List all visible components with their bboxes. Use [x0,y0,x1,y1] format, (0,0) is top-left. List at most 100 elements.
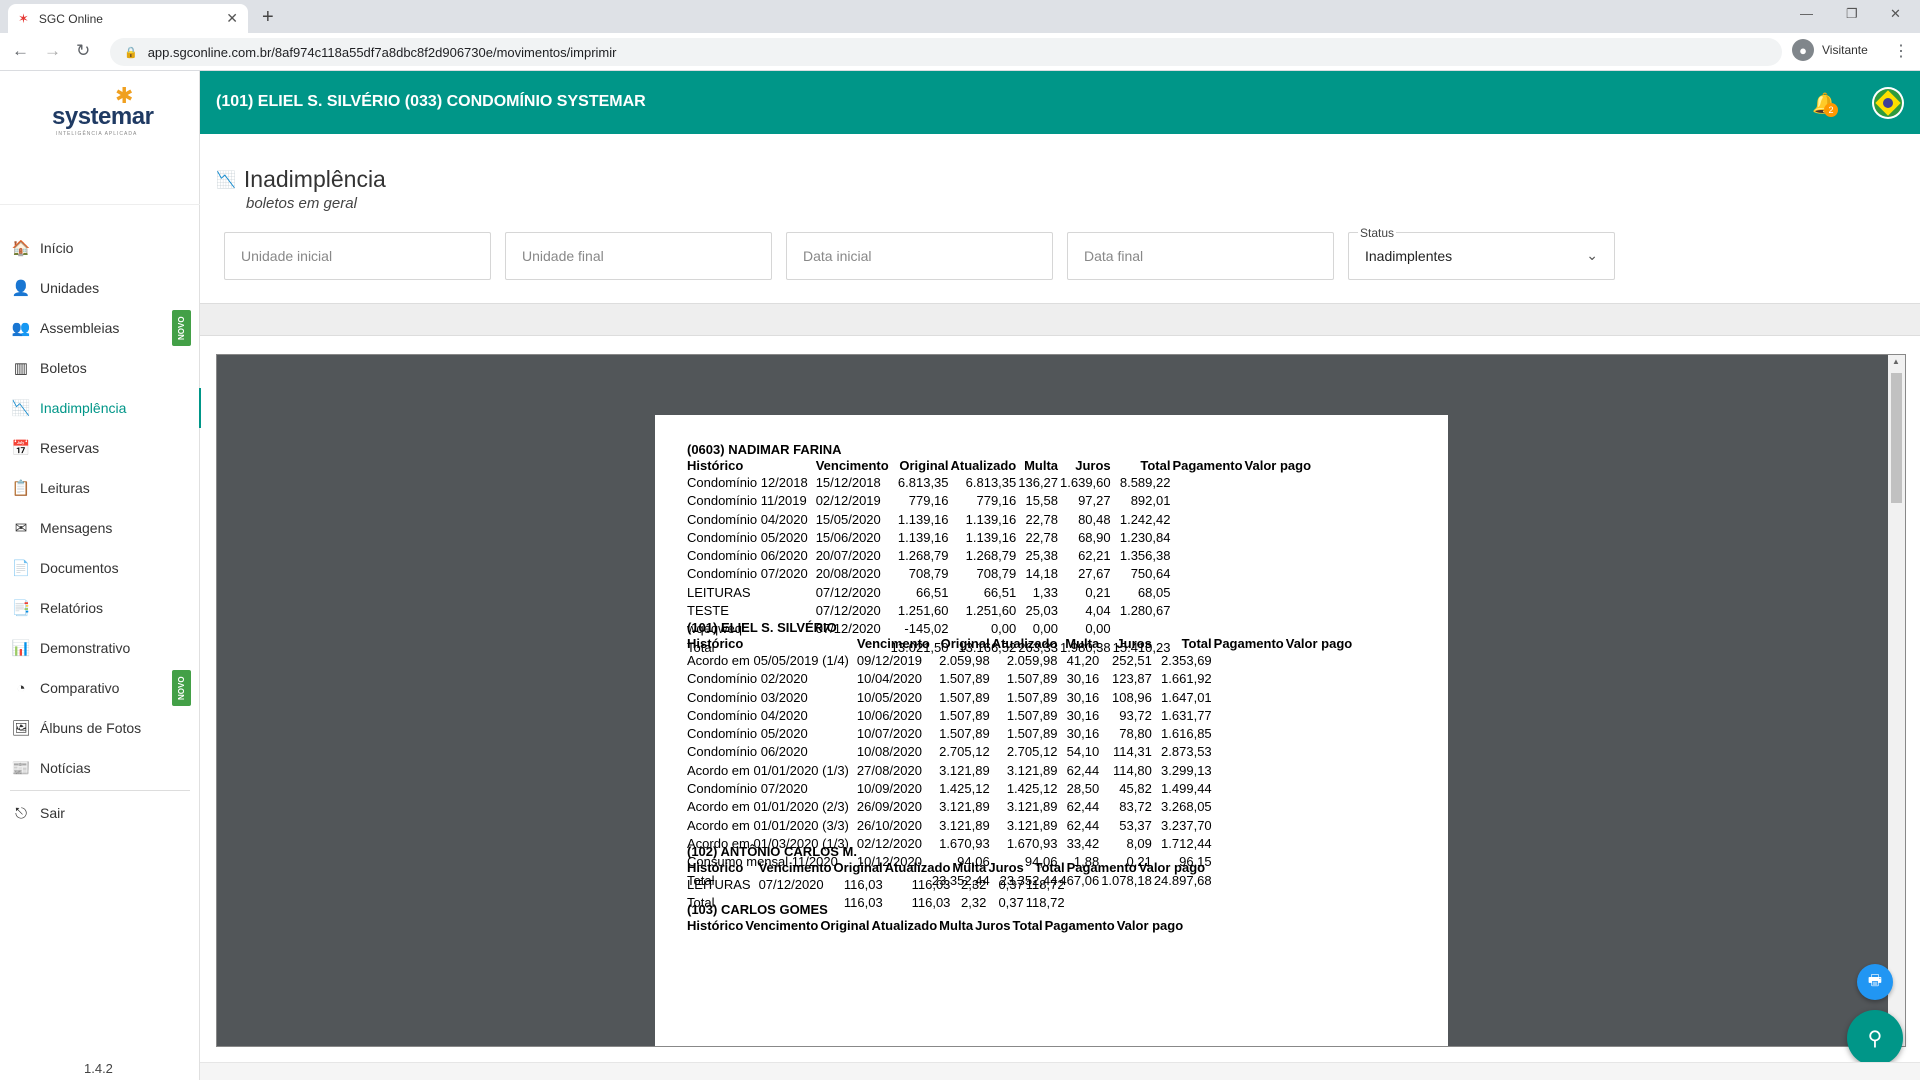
envelope-icon: ✉ [14,520,28,537]
scrollbar-thumb[interactable] [1891,373,1902,503]
sidebar-item-unidades[interactable]: 👤 Unidades [0,268,200,308]
table-cell: 26/10/2020 [856,817,922,833]
table-row: Condomínio 05/2020 10/07/2020 1.507,89 1.50… [687,725,1354,743]
unit-name: (0603) NADIMAR FARINA [687,442,842,457]
systemar-logo[interactable]: systemar ✱ INTELIGÊNCIA APLICADA [52,83,154,137]
news-icon: 📰 [11,760,31,777]
table-row: Condomínio 04/2020 10/06/2020 1.507,89 1.50… [687,707,1354,725]
table-cell: 1.268,79 [897,548,949,564]
table-cell: 09/12/2019 [856,653,922,668]
reload-icon[interactable]: ↻ [76,41,90,61]
sidebar-item-relat-rios[interactable]: 📑 Relatórios [0,588,200,628]
table-cell: 1.251,60 [965,603,1017,619]
table-cell: 3.121,89 [1006,817,1058,833]
table-cell: 07/12/2020 [758,877,824,892]
column-header: Atualizado [871,918,938,933]
column-header: Total [1181,636,1212,651]
table-cell [1286,652,1354,670]
sidebar-item-not-cias[interactable]: 📰 Notícias [0,748,200,788]
close-tab-icon[interactable]: ✕ [226,10,238,27]
sidebar-item-reservas[interactable]: 📅 Reservas [0,428,200,468]
scroll-up-icon[interactable]: ▲ [1892,357,1900,366]
table-cell: Condomínio 04/2020 [687,707,808,723]
table-cell: 1.507,89 [1006,671,1058,687]
sidebar-item-assembleias[interactable]: 👥 Assembleias NOVO [0,308,200,348]
table-cell: 136,27 [1018,475,1059,490]
table-cell [1214,689,1286,707]
sidebar-item-leituras[interactable]: 📋 Leituras [0,468,200,508]
table-cell [1286,780,1354,798]
unidade-inicial-input[interactable]: Unidade inicial [224,232,491,280]
meeting-icon: 👥 [11,320,31,337]
restore-icon[interactable]: ❐ [1846,6,1858,22]
table-cell: LEITURAS [687,877,751,892]
table-cell: 123,87 [1112,671,1152,687]
logo-star-icon: ✱ [115,83,134,108]
column-header: Vencimento [856,636,930,651]
table-cell: 3.299,13 [1161,762,1212,778]
table-cell [1245,602,1313,620]
url-field[interactable]: 🔒 app.sgconline.com.br/8af974c118a55df7a… [110,38,1782,66]
table-cell [1214,817,1286,835]
sidebar-item-mensagens[interactable]: ✉ Mensagens [0,508,200,548]
table-cell: 3.121,89 [939,817,990,833]
pdf-viewer[interactable]: (0603) NADIMAR FARINA Histórico Vencimento… [216,354,1906,1047]
search-button[interactable]: ⚲ [1847,1010,1903,1066]
close-window-icon[interactable]: ✕ [1890,6,1901,22]
report-icon: 📑 [11,600,31,617]
table-cell: 1,33 [1032,584,1059,600]
table-row: Condomínio 03/2020 10/05/2020 1.507,89 1.50… [687,689,1354,707]
table-cell: 1.139,16 [897,511,949,527]
column-header: Atualizado [884,860,951,875]
brazil-flag-icon[interactable] [1872,87,1904,119]
minimize-icon[interactable]: — [1800,6,1813,21]
table-cell: 10/08/2020 [856,744,922,760]
sidebar-item-in-cio[interactable]: 🏠 Início [0,228,200,268]
table-cell [1172,547,1244,565]
sidebar-item-inadimpl-ncia[interactable]: 📉 Inadimplência [0,388,201,428]
forward-icon[interactable]: → [44,41,61,61]
sidebar-item-comparativo[interactable]: ◔ Comparativo NOVO [0,668,200,708]
sidebar-item-label: Boletos [40,360,87,376]
sidebar-item-boletos[interactable]: ▥ Boletos [0,348,200,388]
table-cell [1172,529,1244,547]
column-header: Valor pago [1285,636,1353,651]
new-tab-icon[interactable]: + [262,6,274,29]
sidebar-item-documentos[interactable]: 📄 Documentos [0,548,200,588]
table-cell: 97,27 [1078,493,1111,509]
profile-button[interactable]: ● Visitante [1792,39,1868,61]
user-icon: 👤 [11,280,31,297]
table-cell: 4,04 [1085,603,1111,619]
viewer-scrollbar[interactable]: ▲ [1888,355,1905,1046]
data-inicial-input[interactable]: Data inicial [786,232,1053,280]
browser-tab[interactable]: ✶ SGC Online ✕ [8,4,248,33]
data-final-input[interactable]: Data final [1067,232,1334,280]
column-header: Juros [988,860,1024,875]
column-header: Vencimento [745,918,819,933]
table-cell: Condomínio 12/2018 [687,475,808,490]
notifications-bell-icon[interactable]: 🔔 2 [1812,91,1838,117]
sidebar-item-sair[interactable]: ⎋ Sair [0,793,200,833]
table-row: Condomínio 07/2020 20/08/2020 708,79 708,79… [687,565,1313,583]
table-cell: 3.121,89 [939,762,990,778]
table-row: Acordo em 01/01/2020 (3/3) 26/10/2020 3.12… [687,817,1354,835]
unidade-final-input[interactable]: Unidade final [505,232,772,280]
sidebar-item-label: Assembleias [40,320,120,336]
back-icon[interactable]: ← [12,41,29,61]
table-cell: Acordo em 01/01/2020 (1/3) [687,762,849,778]
table-cell: 3.121,89 [1006,799,1058,815]
table-cell [1172,584,1244,602]
table-cell [1214,780,1286,798]
browser-menu-icon[interactable]: ⋮ [1893,41,1909,61]
sidebar-item--lbuns-de-fotos[interactable]: 🖼 Álbuns de Fotos [0,708,200,748]
table-cell: 22,78 [1025,529,1059,545]
sidebar-item-label: Comparativo [40,680,120,696]
print-button[interactable]: 🖶 [1857,964,1893,1000]
table-cell [1286,743,1354,761]
table-cell [1214,853,1286,871]
table-cell: 41,20 [1066,653,1100,668]
table-cell: 68,90 [1078,529,1111,545]
sidebar-item-demonstrativo[interactable]: 📊 Demonstrativo [0,628,200,668]
table-header-row: Histórico Vencimento Original Atualizado Mul… [687,458,1313,474]
table-cell: 15,58 [1025,493,1059,509]
